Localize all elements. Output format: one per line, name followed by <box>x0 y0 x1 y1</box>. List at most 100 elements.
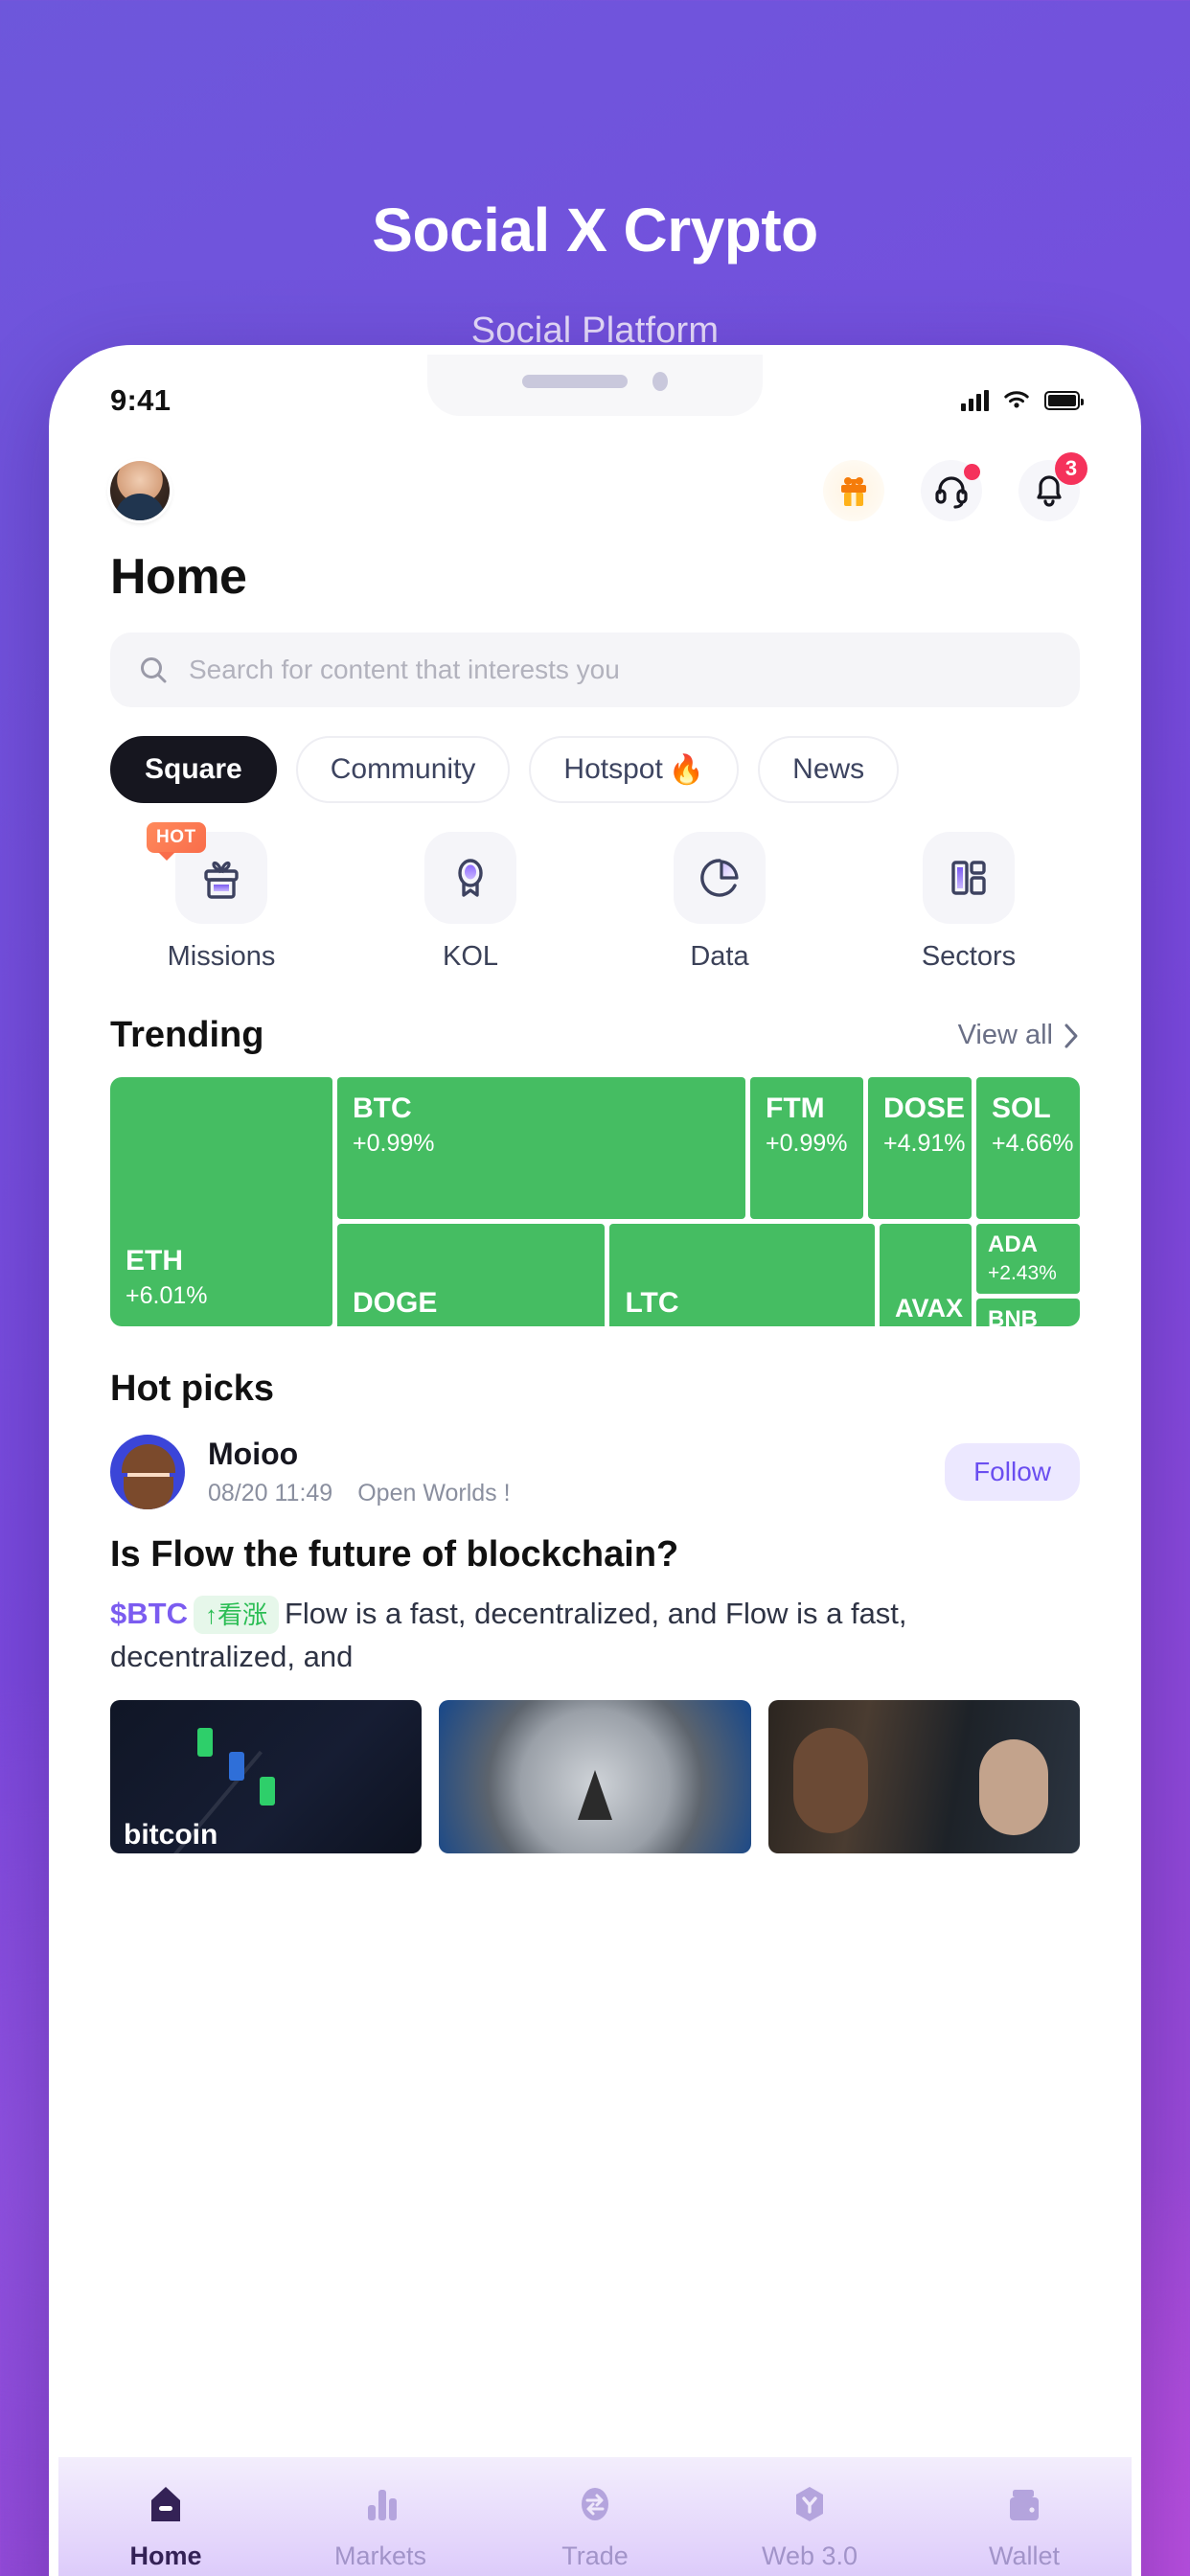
treemap-tile-doge[interactable]: DOGE +2.12% <box>337 1224 606 1326</box>
quick-action-sectors[interactable]: Sectors <box>844 832 1093 973</box>
quick-action-kol[interactable]: KOL <box>346 832 595 973</box>
bar-chart-icon <box>368 2490 397 2520</box>
tab-square-label: Square <box>145 753 242 785</box>
post-submeta: 08/20 11:49 Open Worlds ! <box>208 1480 511 1507</box>
notification-badge: 3 <box>1055 452 1087 485</box>
bar-panels-icon <box>951 861 986 895</box>
hero-banner: Social X Crypto Social Platform <box>0 0 1190 352</box>
pie-chart-icon <box>700 859 739 897</box>
quick-action-data[interactable]: Data <box>595 832 844 973</box>
nav-item-web3[interactable]: Web 3.0 <box>702 2482 917 2571</box>
treemap-tile-btc-symbol: BTC <box>353 1092 412 1124</box>
treemap-tile-avax-symbol: AVAX <box>895 1294 964 1323</box>
treemap-tile-btc-change: +0.99% <box>353 1129 435 1157</box>
wifi-icon <box>1004 391 1029 408</box>
treemap-tile-sol-change: +4.66% <box>992 1129 1074 1157</box>
treemap-tile-ada[interactable]: ADA +2.43% <box>976 1224 1080 1294</box>
nav-item-trade-label: Trade <box>561 2542 629 2570</box>
post-thumbnail-1[interactable] <box>110 1699 423 1853</box>
tab-square[interactable]: Square <box>110 736 277 803</box>
tab-community[interactable]: Community <box>295 736 511 803</box>
data-icon-wrap <box>674 832 766 924</box>
tab-news[interactable]: News <box>758 736 900 803</box>
nav-item-wallet-label: Wallet <box>988 2542 1060 2570</box>
quick-action-missions-label: Missions <box>167 941 276 972</box>
search-input[interactable]: Search for content that interests you <box>189 655 620 685</box>
nav-item-markets[interactable]: Markets <box>273 2482 488 2571</box>
search-bar[interactable]: Search for content that interests you <box>110 632 1080 707</box>
chevron-right-icon <box>1064 1024 1078 1047</box>
trending-title: Trending <box>110 1015 264 1055</box>
post-author-name[interactable]: Moioo <box>208 1437 511 1472</box>
category-tabs: Square Community Hotspot 🔥 News <box>58 707 1132 803</box>
gift-button[interactable] <box>823 460 884 521</box>
post-body: $BTC ↑看涨 Flow is a fast, decentralized, an… <box>110 1593 1080 1679</box>
treemap-tile-btc[interactable]: BTC +0.99% <box>337 1077 745 1219</box>
search-icon <box>141 657 167 683</box>
app-bar-actions: 3 <box>823 452 1087 521</box>
post-ticker-tag[interactable]: $BTC <box>110 1597 188 1630</box>
post-avatar[interactable] <box>110 1435 185 1509</box>
treemap-tile-ftm-change: +0.99% <box>766 1129 848 1157</box>
treemap-tile-ada-symbol: ADA <box>988 1231 1039 1257</box>
quick-action-sectors-label: Sectors <box>921 941 1017 972</box>
treemap-tile-ltc-symbol: LTC <box>625 1286 679 1319</box>
notifications-button[interactable]: 3 <box>1018 452 1087 521</box>
follow-button[interactable]: Follow <box>945 1443 1080 1501</box>
treemap-tile-eth[interactable]: ETH +6.01% <box>110 1077 332 1326</box>
treemap-tile-avax[interactable]: AVAX +0.04% <box>880 1224 973 1326</box>
gift-box-icon <box>204 861 239 899</box>
treemap-tile-eth-symbol: ETH <box>126 1245 183 1277</box>
quick-action-missions[interactable]: HOT Missions <box>97 822 346 973</box>
kol-icon-wrap <box>424 832 516 924</box>
tab-hotspot[interactable]: Hotspot 🔥 <box>529 736 740 803</box>
device-notch <box>427 355 763 416</box>
avatar[interactable] <box>110 461 170 520</box>
treemap-tile-bnb[interactable]: BNB +2.12% <box>976 1298 1080 1326</box>
post-thumbnails <box>110 1699 1080 1853</box>
treemap-tile-sol[interactable]: SOL +4.66% <box>976 1077 1080 1219</box>
trending-header: Trending View all <box>58 973 1132 1056</box>
hexagon-y-icon <box>796 2487 823 2521</box>
hot-picks-title: Hot picks <box>110 1368 275 1409</box>
headset-support-icon <box>935 476 968 509</box>
phone-mockup: 9:41 3 Home Search for content that inte… <box>49 345 1141 2576</box>
support-unread-dot <box>964 464 980 480</box>
post-thumbnail-2[interactable] <box>439 1699 751 1853</box>
home-icon <box>151 2487 180 2521</box>
earpiece-speaker <box>522 375 628 388</box>
treemap-tile-dose-change: +4.91% <box>883 1129 966 1157</box>
treemap-tile-sol-symbol: SOL <box>992 1092 1051 1124</box>
nav-item-markets-label: Markets <box>333 2542 427 2570</box>
page-title: Home <box>110 549 247 605</box>
battery-icon <box>1044 391 1084 410</box>
nav-item-web3-label: Web 3.0 <box>761 2542 858 2570</box>
treemap-tile-ftm[interactable]: FTM +0.99% <box>750 1077 863 1219</box>
tab-hotspot-label: Hotspot <box>563 753 663 785</box>
hero-title: Social X Crypto <box>372 196 818 264</box>
post-title[interactable]: Is Flow the future of blockchain? <box>110 1534 1080 1576</box>
status-bar: 9:41 <box>58 355 1132 447</box>
status-indicators <box>961 389 1084 412</box>
quick-action-kol-label: KOL <box>442 941 499 972</box>
treemap-tile-dose[interactable]: DOSE +4.91% <box>868 1077 972 1219</box>
bottom-navigation: Home Markets Trade Web 3.0 Wallet <box>58 2457 1132 2576</box>
post-card: Moioo 08/20 11:49 Open Worlds ! Follow I… <box>58 1435 1132 1853</box>
missions-hot-badge: HOT <box>147 822 206 861</box>
post-sentiment-badge: ↑看涨 <box>193 1596 279 1634</box>
nav-item-home[interactable]: Home <box>58 2482 273 2571</box>
post-author-block: Moioo 08/20 11:49 Open Worlds ! <box>208 1437 511 1507</box>
gift-icon <box>841 477 866 506</box>
status-time: 9:41 <box>110 383 172 417</box>
post-thumbnail-3[interactable] <box>767 1699 1080 1853</box>
tab-community-label: Community <box>330 753 476 785</box>
treemap-tile-ada-change: +2.43% <box>988 1261 1057 1284</box>
wallet-icon <box>1010 2490 1039 2520</box>
phone-screen: 9:41 3 Home Search for content that inte… <box>58 355 1132 2576</box>
nav-item-wallet[interactable]: Wallet <box>917 2482 1132 2571</box>
treemap-tile-ltc[interactable]: LTC +1.98% <box>609 1224 876 1326</box>
nav-item-trade[interactable]: Trade <box>488 2482 702 2571</box>
swap-arrows-icon <box>582 2488 608 2520</box>
trending-view-all[interactable]: View all <box>958 1020 1080 1051</box>
support-button[interactable] <box>921 460 982 521</box>
